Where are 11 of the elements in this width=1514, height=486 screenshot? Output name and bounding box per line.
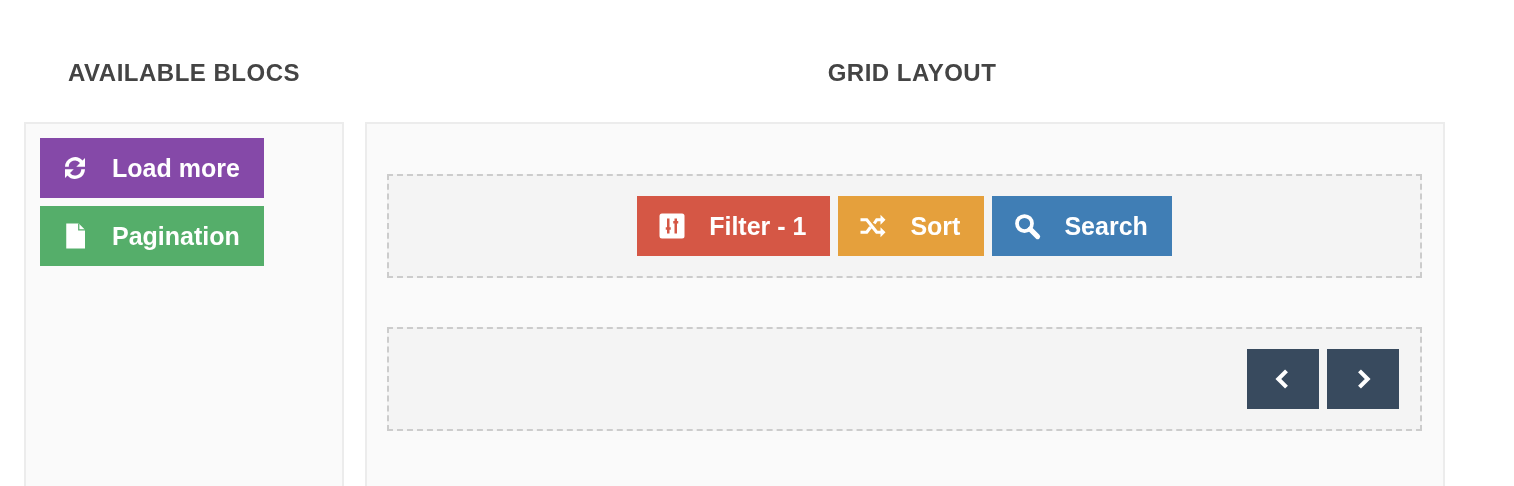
block-button[interactable]: Sort xyxy=(838,196,985,256)
section-heading: AVAILABLE BLOCS xyxy=(67,58,301,88)
block-button[interactable]: Load more xyxy=(40,138,264,198)
search-icon xyxy=(1012,211,1043,241)
sliders-icon xyxy=(657,211,688,241)
next-button[interactable] xyxy=(1327,349,1399,409)
previous-button[interactable] xyxy=(1247,349,1319,409)
block-button[interactable]: Filter - 1 xyxy=(637,196,831,256)
block-button[interactable]: Search xyxy=(992,196,1172,256)
pagination-block[interactable]: Pagination xyxy=(40,206,264,266)
section-heading: GRID LAYOUT xyxy=(826,58,998,88)
